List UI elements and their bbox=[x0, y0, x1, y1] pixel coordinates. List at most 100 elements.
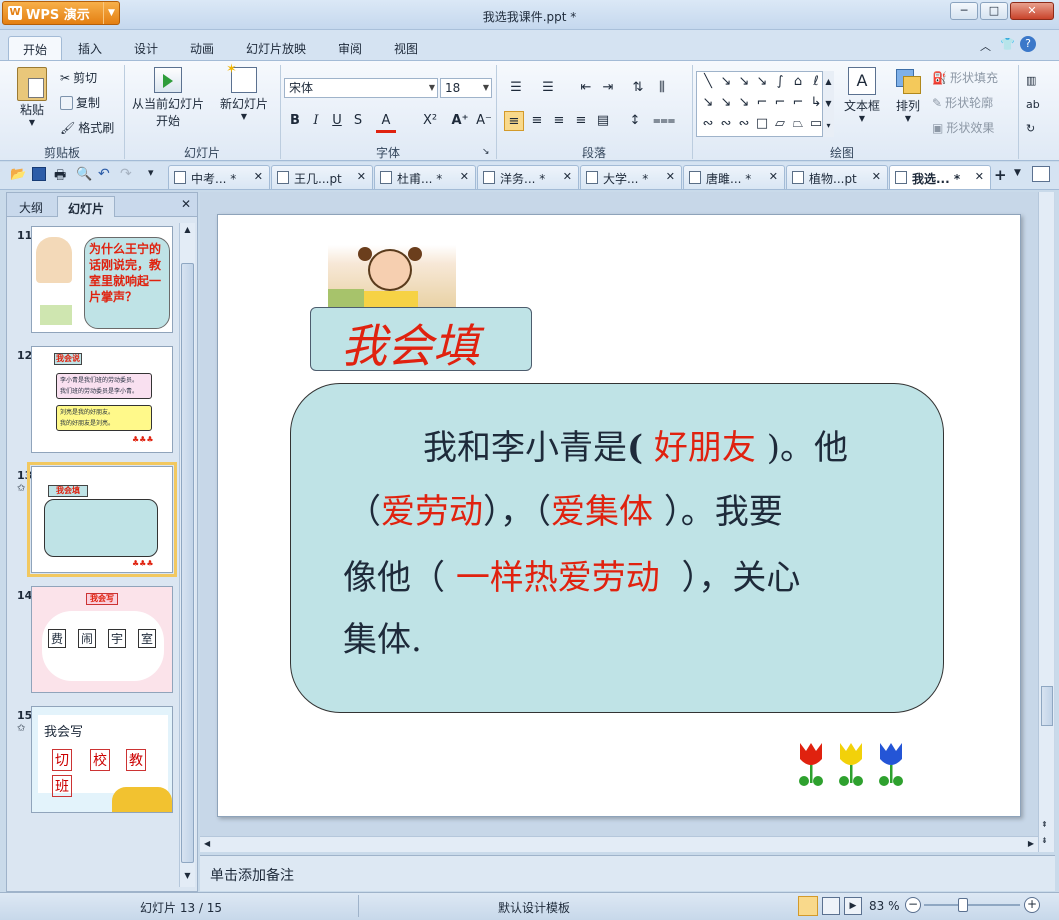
slide-thumbnail[interactable]: 我会说 李小青是我们班的劳动委员。 我们班的劳动委员是李小青。 刘亮是我的好朋友… bbox=[31, 346, 173, 453]
doc-tab[interactable]: 大学... * ✕ bbox=[580, 165, 682, 189]
skin-icon[interactable]: 👕 bbox=[1000, 37, 1015, 51]
elbow-arrow-shape-icon[interactable]: ⌐ bbox=[772, 96, 788, 110]
curved-arrow2-shape-icon[interactable]: ∾ bbox=[736, 117, 752, 131]
arrange-button[interactable]: 排列 ▼ bbox=[888, 67, 928, 123]
elbow-double-shape-icon[interactable]: ⌐ bbox=[790, 96, 806, 110]
shape-effect-button[interactable]: ▣ 形状效果 bbox=[932, 119, 994, 136]
scroll-up-icon[interactable]: ▲ bbox=[181, 225, 194, 239]
prev-slide-icon[interactable]: ⇞ bbox=[1041, 820, 1048, 829]
close-icon[interactable]: ✕ bbox=[563, 170, 572, 183]
tab-insert[interactable]: 插入 bbox=[64, 36, 116, 60]
superscript-button[interactable]: X² bbox=[420, 111, 440, 131]
align-text-button[interactable]: ⫼ bbox=[652, 78, 672, 98]
format-painter-button[interactable]: 🖌 格式刷 bbox=[60, 119, 114, 136]
bullets-button[interactable]: ☰ bbox=[506, 78, 526, 98]
normal-view-icon[interactable] bbox=[798, 896, 818, 916]
paste-button[interactable]: 粘贴 ▼ bbox=[10, 67, 54, 127]
grow-font-button[interactable]: A⁺ bbox=[450, 111, 470, 131]
doc-tab[interactable]: 杜甫... * ✕ bbox=[374, 165, 476, 189]
align-right-button[interactable]: ≡ bbox=[549, 111, 569, 131]
editor-vscrollbar[interactable]: ⇞ ⇟ bbox=[1038, 192, 1054, 852]
tab-design[interactable]: 设计 bbox=[120, 36, 172, 60]
slide-thumbnail[interactable]: 我会写 费 闹 宇 室 bbox=[31, 586, 173, 693]
textbox-button[interactable]: A 文本框 ▼ bbox=[838, 67, 886, 123]
minimize-button[interactable]: ─ bbox=[950, 2, 978, 20]
zoom-slider[interactable] bbox=[924, 904, 1020, 906]
connector-arrow-shape-icon[interactable]: ↘ bbox=[718, 96, 734, 110]
next-slide-icon[interactable]: ⇟ bbox=[1041, 836, 1048, 845]
strikethrough-button[interactable]: S bbox=[348, 111, 368, 131]
distribute-button[interactable]: ▤ bbox=[593, 111, 613, 131]
connector-shape-icon[interactable]: ↘ bbox=[700, 96, 716, 110]
content-box[interactable]: 我和李小青是( 好朋友 )。他 （爱劳动），（爱集体 ）。我要 像他（ 一样热爱… bbox=[290, 383, 944, 713]
chevron-down-icon[interactable]: ▼ bbox=[1014, 168, 1021, 178]
scroll-right-icon[interactable]: ▶ bbox=[1028, 839, 1034, 848]
shrink-font-button[interactable]: A⁻ bbox=[474, 111, 494, 131]
parallelogram-shape-icon[interactable]: ▱ bbox=[772, 117, 788, 131]
print-preview-icon[interactable]: 🔍 bbox=[76, 167, 92, 182]
underline-button[interactable]: U bbox=[327, 111, 347, 131]
scroll-thumb[interactable] bbox=[1041, 686, 1053, 726]
scroll-thumb[interactable] bbox=[181, 263, 194, 863]
window-list-icon[interactable] bbox=[1032, 166, 1050, 182]
new-slide-button[interactable]: ✶ 新幻灯片 ▼ bbox=[214, 62, 274, 121]
panel-scrollbar[interactable]: ▲ ▼ bbox=[179, 223, 195, 887]
arrow-shape-icon[interactable]: ↘ bbox=[718, 75, 734, 89]
redo-icon[interactable]: ↷ bbox=[120, 166, 132, 182]
slideshow-view-icon[interactable]: ▶ bbox=[844, 897, 862, 915]
font-name-combo[interactable]: 宋体 ▼ bbox=[284, 78, 438, 98]
tab-slides[interactable]: 幻灯片 bbox=[57, 196, 116, 217]
doc-tab[interactable]: 洋务... * ✕ bbox=[477, 165, 579, 189]
close-icon[interactable]: ✕ bbox=[872, 170, 881, 183]
numbering-button[interactable]: ☰ bbox=[538, 78, 558, 98]
elbow-shape-icon[interactable]: ↘ bbox=[754, 75, 770, 89]
trapezoid-shape-icon[interactable]: ⏢ bbox=[790, 117, 806, 131]
zoom-out-icon[interactable]: − bbox=[905, 897, 921, 913]
doc-tab[interactable]: 植物...pt ✕ bbox=[786, 165, 888, 189]
bold-button[interactable]: B bbox=[285, 111, 305, 131]
maximize-button[interactable]: □ bbox=[980, 2, 1008, 20]
doc-tab[interactable]: 王几...pt ✕ bbox=[271, 165, 373, 189]
close-icon[interactable]: ✕ bbox=[460, 170, 469, 183]
elbow-connector-shape-icon[interactable]: ⌐ bbox=[754, 96, 770, 110]
undo-icon[interactable]: ↶ bbox=[98, 166, 110, 182]
slide-canvas[interactable]: 我会填 我和李小青是( 好朋友 )。他 （爱劳动），（爱集体 ）。我要 像他（ … bbox=[217, 214, 1021, 817]
close-icon[interactable]: ✕ bbox=[181, 197, 191, 211]
slide-thumbnail-selected[interactable]: 我会填 ♣♣♣ bbox=[27, 462, 177, 577]
save-icon[interactable] bbox=[32, 167, 46, 181]
close-icon[interactable]: ✕ bbox=[357, 170, 366, 183]
zoom-in-icon[interactable]: + bbox=[1024, 897, 1040, 913]
gallery-scroll[interactable]: ▲ ▼ ▾ bbox=[822, 71, 834, 137]
open-folder-icon[interactable]: 📂 bbox=[10, 167, 26, 182]
close-button[interactable]: ✕ bbox=[1010, 2, 1054, 20]
close-icon[interactable]: ✕ bbox=[666, 170, 675, 183]
tulips-picture[interactable] bbox=[796, 741, 906, 789]
freeform-shape-icon[interactable]: ⌂ bbox=[790, 75, 806, 89]
zoom-slider-thumb[interactable] bbox=[958, 898, 968, 912]
double-arrow-shape-icon[interactable]: ↘ bbox=[736, 75, 752, 89]
font-color-button[interactable]: A bbox=[376, 111, 396, 133]
customize-toolbar-icon[interactable]: ▾ bbox=[148, 166, 154, 179]
play-from-current-button[interactable]: 从当前幻灯片 开始 bbox=[128, 67, 208, 129]
print-icon[interactable]: 🖶 bbox=[54, 166, 66, 188]
chevron-down-icon[interactable]: ▼ bbox=[429, 81, 435, 95]
justify-button[interactable]: ≡ bbox=[571, 111, 591, 131]
close-icon[interactable]: ✕ bbox=[975, 170, 984, 183]
align-left-button[interactable]: ≡ bbox=[504, 111, 524, 131]
doc-tab[interactable]: 中考... * ✕ bbox=[168, 165, 270, 189]
doc-tab[interactable]: 唐雎... * ✕ bbox=[683, 165, 785, 189]
heading-box[interactable]: 我会填 bbox=[310, 307, 532, 373]
copy-button[interactable]: 复制 bbox=[60, 94, 100, 111]
close-icon[interactable]: ✕ bbox=[769, 170, 778, 183]
text-direction-button[interactable]: ⇅ bbox=[628, 78, 648, 98]
tab-review[interactable]: 审阅 bbox=[324, 36, 376, 60]
editor-hscrollbar[interactable]: ◀ ▶ bbox=[200, 836, 1038, 852]
tab-slideshow[interactable]: 幻灯片放映 bbox=[232, 36, 320, 60]
more-tools-icon[interactable]: ▥ ab ↻ bbox=[1026, 69, 1040, 141]
close-icon[interactable]: ✕ bbox=[254, 170, 263, 183]
slide-thumbnail[interactable]: 我会写 切 校 教 班 bbox=[31, 706, 173, 813]
scroll-left-icon[interactable]: ◀ bbox=[204, 839, 210, 848]
curved-double-shape-icon[interactable]: ∾ bbox=[718, 117, 734, 131]
chevron-down-icon[interactable]: ▼ bbox=[483, 81, 489, 95]
line-shape-icon[interactable]: ╲ bbox=[700, 75, 716, 89]
